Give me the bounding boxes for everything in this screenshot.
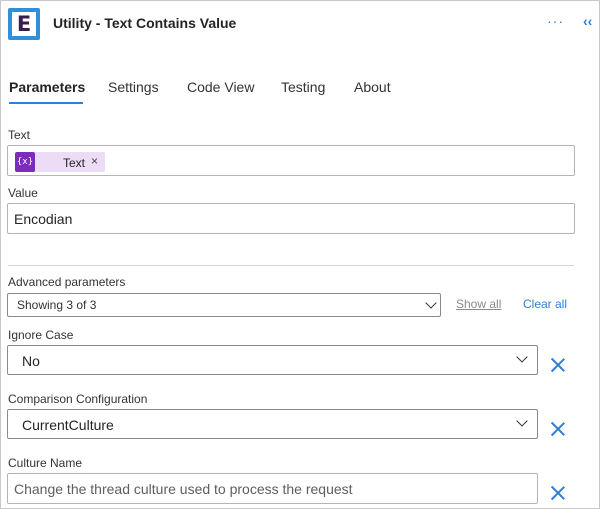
- active-tab-indicator: [9, 102, 83, 104]
- advanced-parameters-label: Advanced parameters: [8, 275, 126, 289]
- more-options-icon[interactable]: ···: [547, 13, 564, 29]
- ignore-case-dropdown[interactable]: No: [7, 345, 538, 375]
- culture-name-label: Culture Name: [8, 456, 83, 470]
- chevron-down-icon: [425, 297, 437, 309]
- tab-parameters[interactable]: Parameters: [9, 79, 85, 95]
- remove-token-icon[interactable]: ×: [91, 154, 98, 168]
- value-field-label: Value: [8, 186, 38, 200]
- value-field-text: Encodian: [14, 211, 73, 227]
- tab-code-view[interactable]: Code View: [187, 79, 254, 95]
- remove-ignore-case-icon[interactable]: [550, 357, 566, 373]
- culture-name-input[interactable]: Change the thread culture used to proces…: [7, 473, 538, 504]
- chevron-down-icon: [516, 351, 528, 363]
- section-divider: [8, 265, 574, 266]
- tab-about[interactable]: About: [354, 79, 391, 95]
- action-panel: E Utility - Text Contains Value ··· ‹‹ P…: [0, 0, 600, 509]
- clear-all-link[interactable]: Clear all: [523, 297, 567, 311]
- show-all-link[interactable]: Show all: [456, 297, 501, 311]
- comparison-configuration-label: Comparison Configuration: [8, 392, 148, 406]
- dynamic-content-token[interactable]: {x} Text ×: [15, 152, 105, 172]
- text-field[interactable]: {x} Text ×: [7, 145, 575, 176]
- ignore-case-label: Ignore Case: [8, 328, 74, 342]
- panel-title: Utility - Text Contains Value: [53, 15, 237, 31]
- logo-letter: E: [16, 12, 32, 36]
- text-field-label: Text: [8, 128, 31, 142]
- advanced-parameters-value: Showing 3 of 3: [17, 298, 97, 312]
- remove-culture-name-icon[interactable]: [550, 485, 566, 501]
- advanced-parameters-select[interactable]: Showing 3 of 3: [7, 293, 441, 317]
- remove-comparison-configuration-icon[interactable]: [550, 421, 566, 437]
- comparison-configuration-dropdown[interactable]: CurrentCulture: [7, 409, 538, 439]
- ignore-case-value: No: [22, 353, 40, 369]
- chevron-down-icon: [516, 415, 528, 427]
- tab-settings[interactable]: Settings: [108, 79, 159, 95]
- variable-icon: {x}: [15, 152, 35, 172]
- value-field[interactable]: Encodian: [7, 203, 575, 234]
- culture-name-placeholder: Change the thread culture used to proces…: [14, 481, 353, 497]
- tab-testing[interactable]: Testing: [281, 79, 325, 95]
- collapse-panel-icon[interactable]: ‹‹: [583, 13, 592, 29]
- encodian-logo: E: [8, 8, 40, 40]
- comparison-configuration-value: CurrentCulture: [22, 417, 114, 433]
- token-label: Text: [63, 156, 86, 170]
